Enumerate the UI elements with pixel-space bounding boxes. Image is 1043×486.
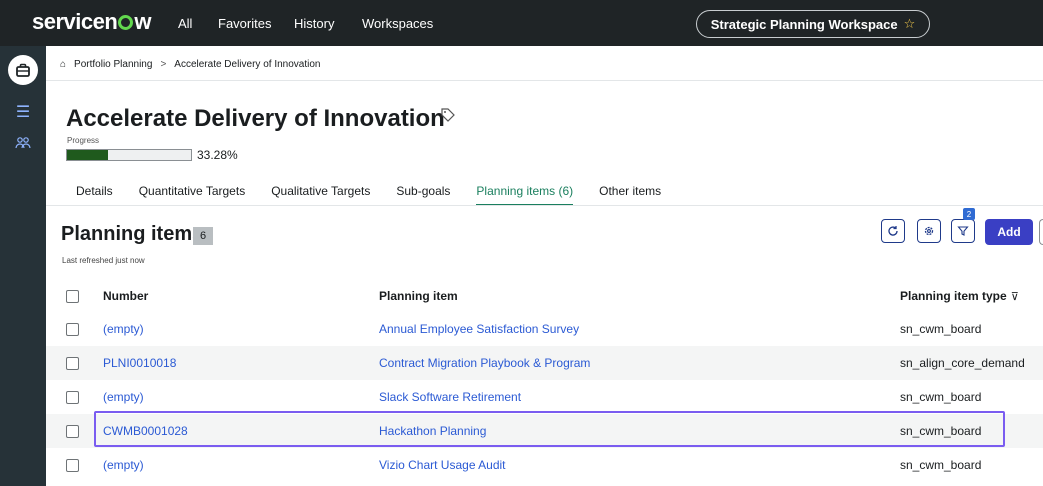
breadcrumb: ⌂ Portfolio Planning > Accelerate Delive… (60, 59, 320, 70)
left-rail: ☰ (0, 46, 46, 486)
row-number[interactable]: PLNI0010018 (103, 346, 176, 380)
servicenow-logo[interactable]: servicen w (32, 9, 151, 35)
row-planning-item[interactable]: Vizio Chart Usage Audit (379, 448, 506, 482)
row-planning-item-type: sn_align_core_demand (900, 356, 1025, 370)
tab-sub-goals[interactable]: Sub-goals (396, 184, 450, 206)
row-checkbox[interactable] (66, 458, 79, 472)
breadcrumb-current: Accelerate Delivery of Innovation (174, 59, 321, 70)
top-navigation-bar: servicen w All Favorites History Workspac… (0, 0, 1043, 46)
filter-icon (957, 226, 969, 236)
breadcrumb-separator: > (160, 59, 167, 70)
column-header-type-label: Planning item type (900, 289, 1007, 303)
nav-favorites[interactable]: Favorites (218, 16, 271, 31)
row-planning-item-type: sn_cwm_board (900, 390, 982, 404)
divider (46, 80, 1043, 81)
table-row[interactable]: (empty) Annual Employee Satisfaction Surv… (46, 312, 1043, 346)
nav-all[interactable]: All (178, 16, 192, 31)
section-title: Planning items (61, 223, 204, 245)
select-all-checkbox-cell (66, 280, 79, 312)
row-planning-item[interactable]: Annual Employee Satisfaction Survey (379, 312, 579, 346)
row-number[interactable]: (empty) (103, 380, 144, 414)
star-icon[interactable]: ☆ (904, 16, 916, 32)
table-row[interactable]: PLNI0010018 Contract Migration Playbook &… (46, 346, 1043, 380)
progress-fill (67, 150, 109, 160)
row-checkbox[interactable] (66, 424, 79, 438)
row-number[interactable]: (empty) (103, 312, 144, 346)
tab-details[interactable]: Details (76, 184, 113, 206)
last-refreshed: Last refreshed just now (62, 256, 145, 265)
row-checkbox-cell (66, 380, 79, 414)
people-icon[interactable] (0, 136, 46, 150)
filter-button[interactable] (951, 219, 975, 243)
column-header-planning-item[interactable]: Planning item (379, 280, 458, 312)
tag-icon[interactable] (440, 107, 456, 123)
row-checkbox[interactable] (66, 356, 79, 370)
select-all-checkbox[interactable] (66, 289, 79, 303)
more-button[interactable] (1039, 219, 1043, 245)
filter-icon: ⊽ (1010, 290, 1019, 303)
breadcrumb-portfolio-planning[interactable]: Portfolio Planning (74, 59, 152, 70)
tab-planning-items-6[interactable]: Planning items (6) (476, 184, 574, 206)
tab-qualitative-targets[interactable]: Qualitative Targets (271, 184, 370, 206)
row-checkbox-cell (66, 414, 79, 448)
row-checkbox-cell (66, 312, 79, 346)
row-checkbox[interactable] (66, 390, 79, 404)
tabs-divider (46, 205, 1043, 206)
progress-value: 33.28% (197, 148, 238, 162)
tab-other-items[interactable]: Other items (599, 184, 661, 206)
row-planning-item[interactable]: Contract Migration Playbook & Program (379, 346, 590, 380)
row-number[interactable]: (empty) (103, 448, 144, 482)
settings-button[interactable] (917, 219, 941, 243)
highlighted-row-outline (94, 411, 1005, 447)
row-planning-item-type: sn_cwm_board (900, 322, 982, 336)
refresh-icon (888, 226, 898, 236)
row-planning-item[interactable]: Slack Software Retirement (379, 380, 521, 414)
table-row[interactable]: (empty) Slack Software Retirement sn_cwm_b… (46, 380, 1043, 414)
nav-workspaces[interactable]: Workspaces (362, 16, 433, 31)
gear-icon (924, 226, 934, 236)
list-icon[interactable]: ☰ (0, 102, 46, 122)
column-header-planning-item-type[interactable]: Planning item type ⊽ (900, 280, 1019, 312)
briefcase-icon (8, 55, 38, 85)
home-icon: ⌂ (60, 59, 67, 70)
page-title: Accelerate Delivery of Innovation (66, 105, 445, 132)
count-badge: 6 (193, 227, 213, 245)
progress-bar (66, 149, 192, 161)
progress-label: Progress (67, 136, 100, 145)
rail-item-workspace[interactable] (0, 50, 46, 90)
row-planning-item-type: sn_cwm_board (900, 458, 982, 472)
planning-items-table: Number Planning item Planning item type … (46, 280, 1043, 482)
table-row[interactable]: (empty) Vizio Chart Usage Audit sn_cwm_boa… (46, 448, 1043, 482)
row-checkbox-cell (66, 346, 79, 380)
row-checkbox-cell (66, 448, 79, 482)
tab-quantitative-targets[interactable]: Quantitative Targets (139, 184, 246, 206)
refresh-button[interactable] (881, 219, 905, 243)
column-header-number[interactable]: Number (103, 280, 148, 312)
filter-count-badge: 2 (963, 208, 975, 220)
workspace-name: Strategic Planning Workspace (710, 16, 898, 32)
tab-bar: Details Quantitative Targets Qualitative T… (76, 184, 687, 206)
workspace-selector[interactable]: Strategic Planning Workspace ☆ (696, 10, 930, 38)
row-checkbox[interactable] (66, 322, 79, 336)
add-button[interactable]: Add (985, 219, 1033, 245)
nav-history[interactable]: History (294, 16, 334, 31)
table-header-row: Number Planning item Planning item type … (46, 280, 1043, 312)
